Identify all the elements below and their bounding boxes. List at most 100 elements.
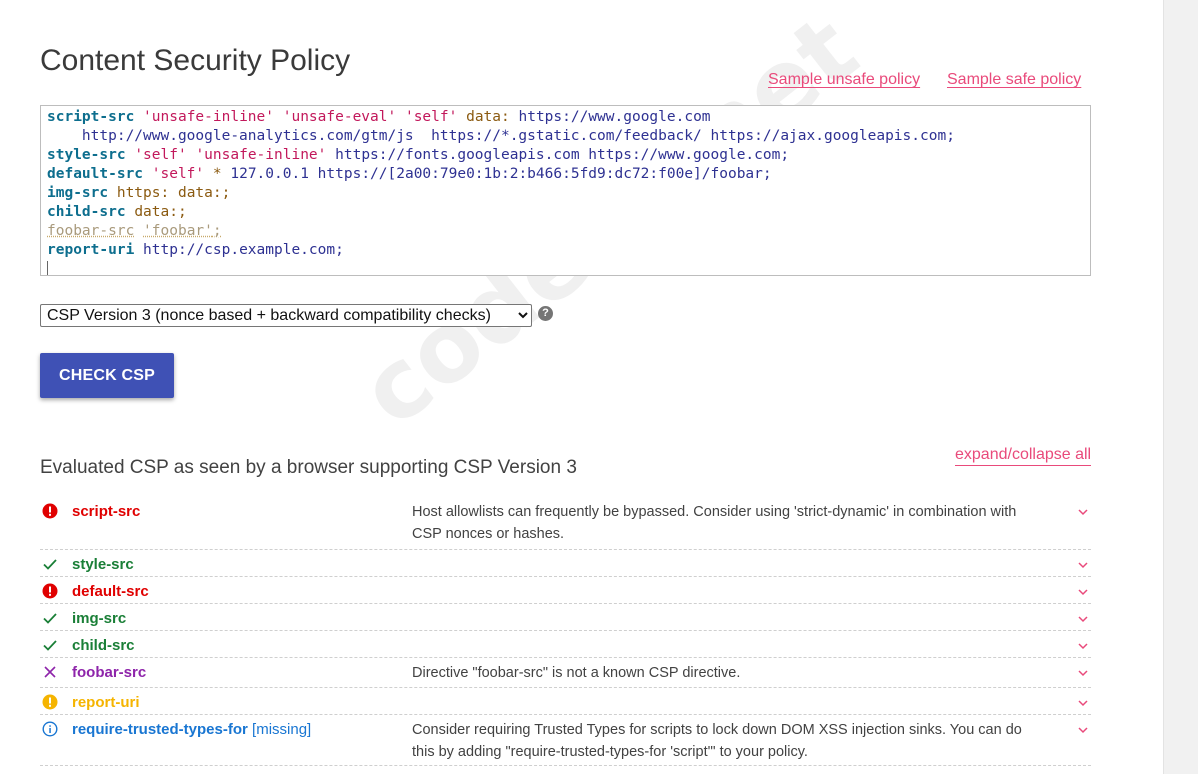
- policy-token: [126, 147, 135, 163]
- directive-label: require-trusted-types-for: [72, 721, 248, 738]
- policy-token: data:: [177, 185, 222, 201]
- chevron-down-icon[interactable]: [1077, 695, 1089, 707]
- policy-token: default-src: [47, 166, 144, 182]
- directive-name: style-src: [72, 556, 134, 573]
- result-row-child-src[interactable]: child-src: [40, 631, 1091, 658]
- policy-token: [108, 185, 117, 201]
- directive-name: require-trusted-types-for [missing]: [72, 721, 311, 738]
- chevron-down-icon[interactable]: [1077, 584, 1089, 596]
- policy-token: [134, 109, 143, 125]
- directive-label: report-uri: [72, 694, 140, 711]
- directive-name: img-src: [72, 610, 126, 627]
- check-csp-button[interactable]: CHECK CSP: [40, 353, 174, 398]
- policy-token: [134, 223, 143, 239]
- result-row-require-trusted-types-for[interactable]: require-trusted-types-for [missing] Consi…: [40, 715, 1091, 766]
- policy-token: [47, 128, 82, 144]
- policy-token: https://*.gstatic.com/feedback/: [431, 128, 702, 144]
- policy-line: default-src 'self' * 127.0.0.1 https://[…: [47, 165, 1084, 184]
- policy-token: [309, 166, 318, 182]
- policy-token: [169, 185, 178, 201]
- policy-token: ;: [946, 128, 955, 144]
- page-scrollbar-gutter[interactable]: [1163, 0, 1198, 774]
- cross-icon: [42, 664, 58, 680]
- policy-token: https://www.google.com: [518, 109, 711, 125]
- warning-circle-icon: [42, 694, 58, 710]
- directive-label: style-src: [72, 556, 134, 573]
- policy-token: [204, 166, 213, 182]
- policy-token: img-src: [47, 185, 109, 201]
- chevron-down-icon[interactable]: [1077, 504, 1089, 516]
- policy-token: http://www.google-analytics.com/gtm/js: [81, 128, 414, 144]
- policy-token: 'unsafe-inline': [195, 147, 327, 163]
- expand-collapse-all-link[interactable]: expand/collapse all: [955, 446, 1092, 466]
- policy-token: 'self': [151, 166, 205, 182]
- policy-line: report-uri http://csp.example.com;: [47, 241, 1084, 260]
- chevron-down-icon[interactable]: [1077, 722, 1089, 734]
- finding-description: Host allowlists can frequently be bypass…: [412, 504, 1017, 542]
- text-cursor: [47, 261, 48, 275]
- result-row-img-src[interactable]: img-src: [40, 604, 1091, 631]
- result-row-foobar-src[interactable]: foobar-src Directive "foobar-src" is not …: [40, 658, 1091, 688]
- page-title: Content Security Policy: [40, 44, 351, 77]
- sample-safe-policy-link[interactable]: Sample safe policy: [947, 71, 1081, 89]
- directive-label: default-src: [72, 583, 149, 600]
- policy-token: [126, 204, 135, 220]
- policy-token: foobar-src: [47, 223, 135, 239]
- csp-version-select[interactable]: CSP Version 3 (nonce based + backward co…: [40, 304, 532, 327]
- check-icon: [42, 610, 58, 626]
- error-circle-icon: [42, 503, 58, 519]
- policy-token: ;: [212, 223, 222, 239]
- policy-token: [326, 147, 335, 163]
- policy-token: child-src: [47, 204, 126, 220]
- policy-token: ;: [780, 147, 790, 163]
- policy-token: [457, 109, 466, 125]
- info-circle-icon: [42, 721, 58, 737]
- result-row-report-uri[interactable]: report-uri: [40, 688, 1091, 715]
- missing-tag: [missing]: [252, 721, 312, 738]
- policy-token: [134, 242, 143, 258]
- policy-token: https://ajax.googleapis.com: [710, 128, 947, 144]
- policy-token: 'unsafe-eval': [282, 109, 397, 125]
- evaluation-title: Evaluated CSP as seen by a browser suppo…: [40, 457, 577, 478]
- policy-token: 'unsafe-inline': [143, 109, 274, 125]
- policy-token: script-src: [47, 109, 135, 125]
- error-circle-icon: [42, 583, 58, 599]
- policy-token: [396, 109, 405, 125]
- policy-token: https:: [116, 185, 170, 201]
- sample-unsafe-policy-link[interactable]: Sample unsafe policy: [768, 71, 920, 89]
- policy-token: [580, 147, 589, 163]
- policy-token: [414, 128, 431, 144]
- csp-policy-textarea[interactable]: script-src 'unsafe-inline' 'unsafe-eval'…: [40, 105, 1091, 276]
- finding-description: Consider requiring Trusted Types for scr…: [412, 722, 1022, 760]
- directive-label: script-src: [72, 503, 141, 520]
- policy-token: ;: [177, 204, 187, 220]
- directive-name: child-src: [72, 637, 135, 654]
- policy-token: data:: [466, 109, 510, 125]
- policy-token: style-src: [47, 147, 126, 163]
- policy-token: https://fonts.googleapis.com: [335, 147, 580, 163]
- result-row-script-src[interactable]: script-src Host allowlists can frequently…: [40, 497, 1091, 550]
- check-icon: [42, 556, 58, 572]
- policy-token: ;: [762, 166, 772, 182]
- policy-line: style-src 'self' 'unsafe-inline' https:/…: [47, 146, 1084, 165]
- chevron-down-icon[interactable]: [1077, 557, 1089, 569]
- policy-token: report-uri: [47, 242, 135, 258]
- chevron-down-icon[interactable]: [1077, 638, 1089, 650]
- directive-label: foobar-src: [72, 664, 147, 681]
- directive-name: script-src: [72, 503, 140, 520]
- policy-line: http://www.google-analytics.com/gtm/js h…: [47, 127, 1084, 146]
- check-icon: [42, 637, 58, 653]
- policy-line: script-src 'unsafe-inline' 'unsafe-eval'…: [47, 108, 1084, 127]
- policy-token: 'foobar': [143, 223, 213, 239]
- directive-name: foobar-src: [72, 664, 146, 681]
- chevron-down-icon[interactable]: [1077, 611, 1089, 623]
- policy-token: ;: [221, 185, 231, 201]
- policy-token: 127.0.0.1: [230, 166, 309, 182]
- policy-token: ;: [335, 242, 344, 258]
- result-row-default-src[interactable]: default-src: [40, 577, 1091, 604]
- policy-line: foobar-src 'foobar';: [47, 222, 1084, 241]
- chevron-down-icon[interactable]: [1077, 665, 1089, 677]
- policy-token: http://csp.example.com: [143, 242, 336, 258]
- help-icon[interactable]: ?: [538, 306, 553, 321]
- result-row-style-src[interactable]: style-src: [40, 550, 1091, 577]
